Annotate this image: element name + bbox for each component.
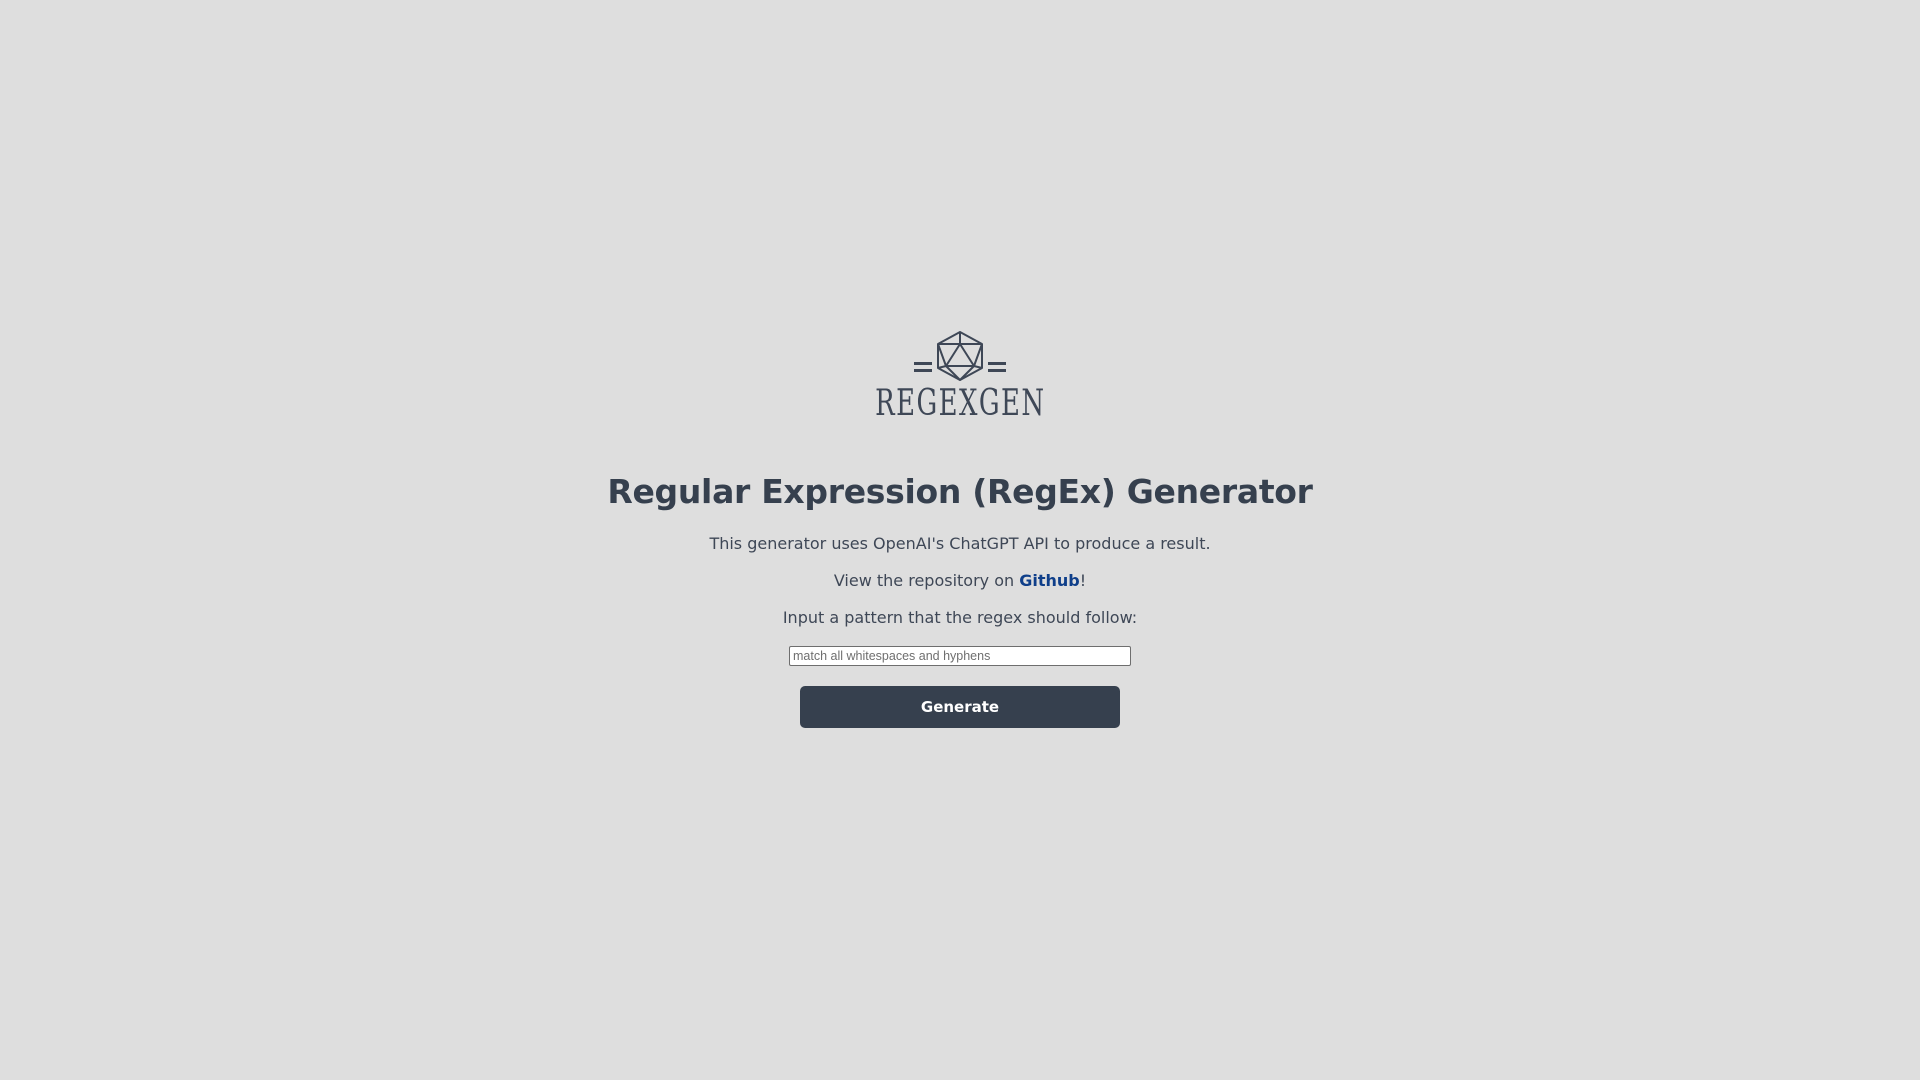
- icosahedron-icon: [914, 331, 1006, 381]
- prompt-label: Input a pattern that the regex should fo…: [782, 608, 1138, 627]
- github-link[interactable]: Github: [1019, 571, 1080, 590]
- main-content: REGEXGEN Regular Expression (RegEx) Gene…: [0, 330, 1920, 728]
- page-title: Regular Expression (RegEx) Generator: [607, 472, 1313, 511]
- logo: REGEXGEN: [842, 330, 1079, 440]
- repository-prefix: View the repository on: [833, 571, 1020, 590]
- pattern-input[interactable]: [789, 646, 1131, 666]
- repository-line: View the repository on Github!: [834, 571, 1086, 591]
- page: REGEXGEN Regular Expression (RegEx) Gene…: [0, 0, 1920, 1080]
- description: This generator uses OpenAI's ChatGPT API…: [709, 534, 1211, 553]
- logo-text: REGEXGEN: [874, 383, 1046, 424]
- generate-button[interactable]: Generate: [800, 686, 1120, 728]
- repository-suffix: !: [1079, 571, 1087, 590]
